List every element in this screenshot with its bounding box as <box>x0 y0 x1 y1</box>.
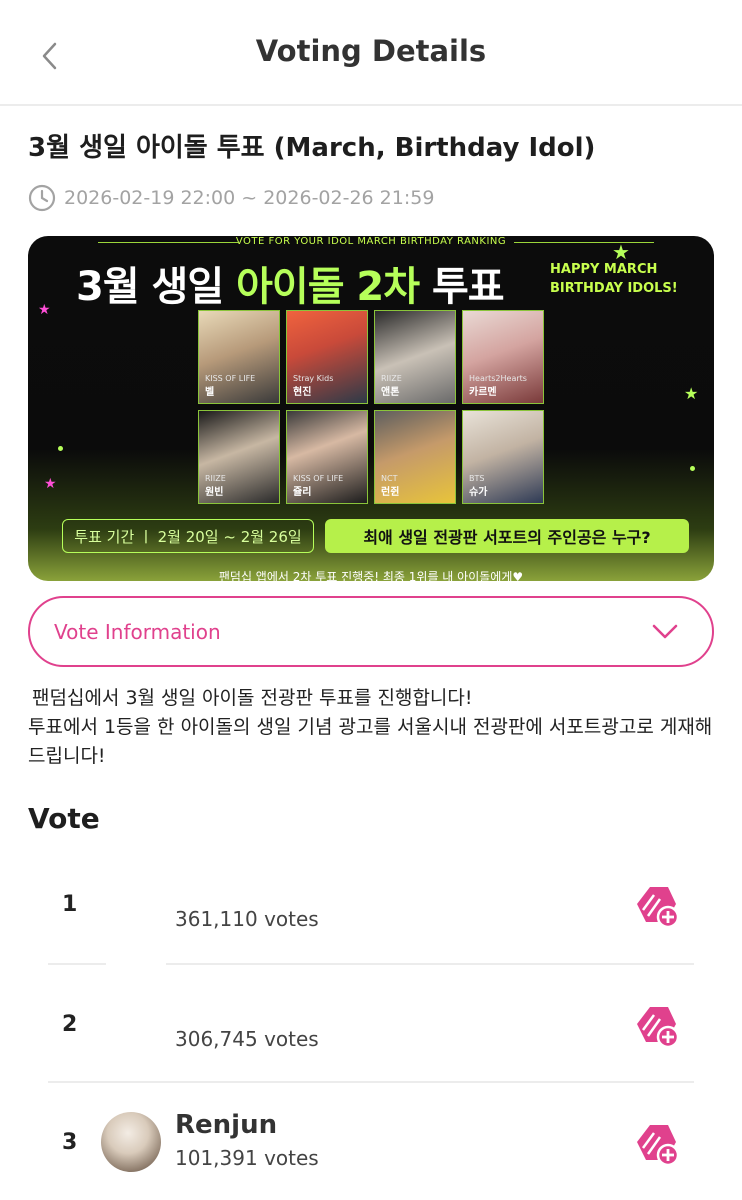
idol-card: RIIZE 앤톤 <box>374 310 456 404</box>
vote-information-toggle[interactable]: Vote Information <box>28 596 714 667</box>
star-icon: ★ <box>38 302 51 318</box>
banner-heading-highlight: 아이돌 2차 <box>236 264 432 310</box>
idol-group: RIIZE <box>381 374 402 383</box>
vote-add-icon[interactable] <box>634 1122 680 1168</box>
idol-card: NCT 런쥔 <box>374 410 456 504</box>
ranking-row[interactable]: 2 306,745 votes <box>28 966 714 1084</box>
candidate-name: Renjun <box>175 1110 278 1140</box>
sparkle-dot <box>690 466 695 471</box>
rank-number: 1 <box>62 892 78 917</box>
idol-card: BTS 슈가 <box>462 410 544 504</box>
description-line: 투표에서 1등을 한 아이돌의 생일 기념 광고를 서울시내 전광판에 서포트광… <box>28 716 713 767</box>
vote-period-text: 2026-02-19 22:00 ~ 2026-02-26 21:59 <box>64 187 435 209</box>
vote-section-heading: Vote <box>28 802 100 835</box>
vote-count: 361,110 votes <box>175 907 319 931</box>
vote-period: 2026-02-19 22:00 ~ 2026-02-26 21:59 <box>28 184 434 212</box>
ranking-row[interactable]: 3 Renjun 101,391 votes <box>28 1084 714 1200</box>
banner-footer: 팬덤십 앱에서 2차 투표 진행중! 최종 1위를 내 아이돌에게♥ <box>218 570 524 581</box>
vote-count: 306,745 votes <box>175 1027 319 1051</box>
idol-card: Stray Kids 현진 <box>286 310 368 404</box>
idol-card: KISS OF LIFE 쥴리 <box>286 410 368 504</box>
vote-title: 3월 생일 아이돌 투표 (March, Birthday Idol) <box>28 133 596 163</box>
star-icon: ★ <box>44 476 57 492</box>
idol-group: Hearts2Hearts <box>469 374 527 383</box>
idol-name: 현진 <box>293 387 312 398</box>
banner-happy-line: BIRTHDAY IDOLS! <box>550 281 678 296</box>
idol-name: 슈가 <box>469 487 488 498</box>
idol-name: 벨 <box>205 387 215 398</box>
idol-name: 앤톤 <box>381 387 400 398</box>
banner-heading-part: 3월 생일 <box>76 264 237 310</box>
row-divider <box>166 963 694 965</box>
idol-group: NCT <box>381 474 398 483</box>
ranking-row[interactable]: 1 361,110 votes <box>28 848 714 966</box>
star-icon: ★ <box>684 384 699 403</box>
idol-group: KISS OF LIFE <box>205 374 256 383</box>
vote-count: 101,391 votes <box>175 1146 319 1170</box>
banner-period-pill: 투표 기간 ㅣ 2월 20일 ~ 2월 26일 <box>62 519 314 553</box>
idol-card: Hearts2Hearts 카르멘 <box>462 310 544 404</box>
page-title: Voting Details <box>255 34 487 68</box>
idol-group: KISS OF LIFE <box>293 474 344 483</box>
banner-happy-text: HAPPY MARCH BIRTHDAY IDOLS! <box>550 260 678 298</box>
idol-name: 쥴리 <box>293 487 312 498</box>
rank-number: 2 <box>62 1012 78 1037</box>
rank-number: 3 <box>62 1130 78 1155</box>
candidate-avatar <box>101 1112 161 1172</box>
vote-add-icon[interactable] <box>634 1004 680 1050</box>
idol-group: Stray Kids <box>293 374 334 383</box>
idol-name: 카르멘 <box>469 387 497 398</box>
row-divider <box>48 1081 694 1083</box>
idol-group: RIIZE <box>205 474 226 483</box>
idol-card-grid: KISS OF LIFE 벨 Stray Kids 현진 RIIZE 앤톤 He… <box>198 310 544 504</box>
idol-group: BTS <box>469 474 485 483</box>
banner-heading: 3월 생일 아이돌 2차 투표 <box>76 254 505 312</box>
idol-name: 원빈 <box>205 487 224 498</box>
top-bar: Voting Details <box>0 0 742 106</box>
vote-banner[interactable]: VOTE FOR YOUR IDOL MARCH BIRTHDAY RANKIN… <box>28 236 714 581</box>
banner-cta-pill: 최애 생일 전광판 서포트의 주인공은 누구? <box>325 519 689 553</box>
chevron-down-icon <box>652 624 678 638</box>
banner-heading-part: 투표 <box>431 264 505 310</box>
idol-name: 런쥔 <box>381 487 400 498</box>
vote-add-icon[interactable] <box>634 884 680 930</box>
idol-card: KISS OF LIFE 벨 <box>198 310 280 404</box>
description-line: 팬덤십에서 3월 생일 아이돌 전광판 투표를 진행합니다! <box>32 687 473 709</box>
row-divider <box>48 963 106 965</box>
clock-icon <box>28 184 56 212</box>
vote-information-label: Vote Information <box>54 619 221 644</box>
idol-card: RIIZE 원빈 <box>198 410 280 504</box>
sparkle-dot <box>58 446 63 451</box>
star-icon: ★ <box>612 240 630 264</box>
vote-description: 팬덤십에서 3월 생일 아이돌 전광판 투표를 진행합니다! 투표에서 1등을 … <box>28 684 718 771</box>
